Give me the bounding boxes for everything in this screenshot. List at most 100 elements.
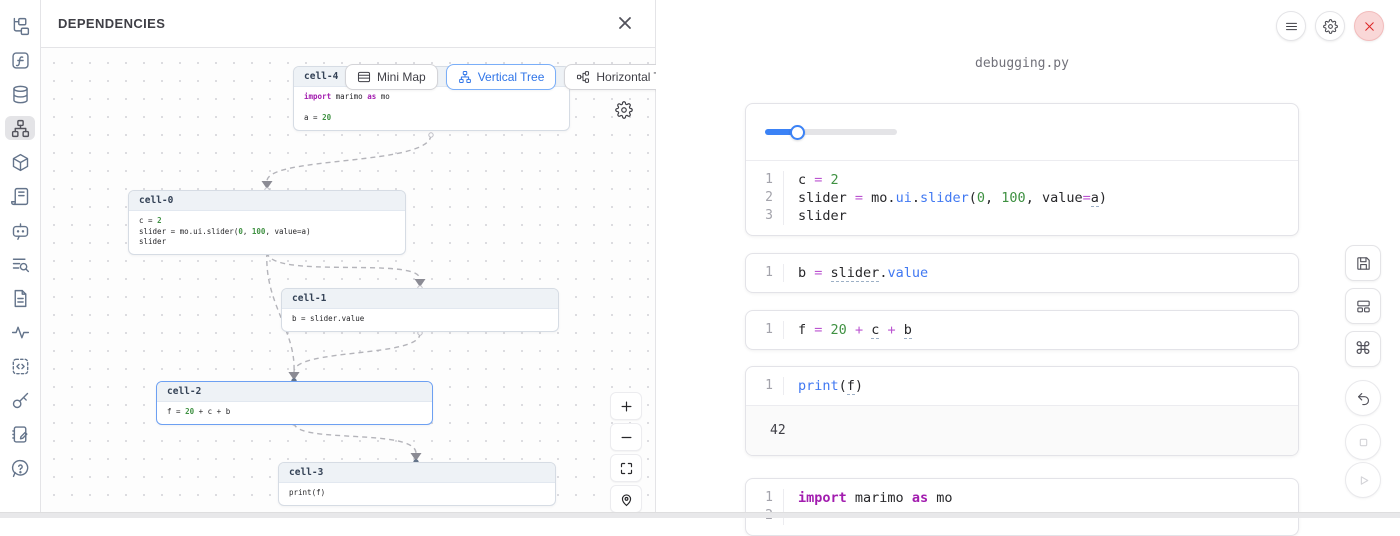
dependency-edge bbox=[267, 252, 420, 279]
play-triangle-icon bbox=[1355, 472, 1372, 489]
sidebar-item-logs[interactable] bbox=[5, 252, 35, 276]
hamburger-icon bbox=[1284, 19, 1299, 34]
command-palette-button[interactable]: ⌘ bbox=[1345, 331, 1381, 367]
notebook-menu-button[interactable] bbox=[1276, 11, 1306, 41]
graph-view-toolbar: Mini Map Vertical Tree Horizontal Tree bbox=[345, 64, 656, 90]
notebook-cell-4: 1import marimo as mo2 bbox=[745, 478, 1299, 536]
fit-view-button[interactable] bbox=[610, 454, 642, 482]
sidebar-item-chat[interactable] bbox=[5, 218, 35, 242]
file-tree-icon bbox=[10, 16, 31, 37]
window-bottom-bar bbox=[0, 512, 1400, 518]
slider-handle[interactable] bbox=[790, 125, 805, 140]
sidebar-item-file-explorer[interactable] bbox=[5, 14, 35, 38]
sidebar-item-scratchpad[interactable] bbox=[5, 422, 35, 446]
dependency-edge bbox=[294, 333, 420, 372]
sidebar-item-packages[interactable] bbox=[5, 150, 35, 174]
node-handle bbox=[429, 133, 433, 137]
layout-toggle-button[interactable] bbox=[1345, 288, 1381, 324]
activity-icon bbox=[10, 322, 31, 343]
code-editor[interactable]: 1c = 22slider = mo.ui.slider(0, 100, val… bbox=[746, 161, 1298, 235]
locate-button[interactable] bbox=[610, 485, 642, 512]
code-editor[interactable]: 1import marimo as mo2 bbox=[746, 479, 1298, 535]
zoom-in-button[interactable] bbox=[610, 392, 642, 420]
sidebar-item-documentation[interactable] bbox=[5, 184, 35, 208]
command-icon: ⌘ bbox=[1355, 341, 1372, 358]
code-editor[interactable]: 1b = slider.value bbox=[746, 254, 1298, 292]
list-search-icon bbox=[10, 254, 31, 275]
undo-button[interactable] bbox=[1345, 380, 1381, 416]
line-number: 1 bbox=[746, 321, 784, 339]
help-bubble-icon bbox=[10, 458, 31, 479]
node-title: cell-2 bbox=[157, 382, 432, 402]
graph-zoom-controls bbox=[610, 392, 642, 512]
vertical-tree-icon bbox=[458, 70, 472, 84]
minus-icon bbox=[619, 430, 634, 445]
notebook-cell-0: 1c = 22slider = mo.ui.slider(0, 100, val… bbox=[745, 103, 1299, 236]
graph-node-cell-1[interactable]: cell-1b = slider.value bbox=[281, 288, 559, 332]
notebook-cell-1: 1b = slider.value bbox=[745, 253, 1299, 293]
sidebar-item-secrets[interactable] bbox=[5, 388, 35, 412]
code-editor[interactable]: 1print(f) bbox=[746, 367, 1298, 405]
line-number: 1 bbox=[746, 377, 784, 395]
node-title: cell-3 bbox=[279, 463, 555, 483]
node-code: f = 20 + c + b bbox=[157, 402, 432, 424]
zoom-out-button[interactable] bbox=[610, 423, 642, 451]
notebook-cell-3: 1print(f)42 bbox=[745, 366, 1299, 456]
shutdown-button[interactable] bbox=[1354, 11, 1384, 41]
code-editor[interactable]: 1f = 20 + c + b bbox=[746, 311, 1298, 349]
graph-node-cell-0[interactable]: cell-0c = 2slider = mo.ui.slider(0, 100,… bbox=[128, 190, 406, 255]
key-icon bbox=[10, 390, 31, 411]
package-cube-icon bbox=[10, 152, 31, 173]
layout-panels-icon bbox=[1355, 298, 1372, 315]
notebook-cell-2: 1f = 20 + c + b bbox=[745, 310, 1299, 350]
plus-icon bbox=[619, 399, 634, 414]
view-button-horizontal-tree[interactable]: Horizontal Tree bbox=[564, 64, 656, 90]
view-button-mini-map[interactable]: Mini Map bbox=[345, 64, 438, 90]
undo-arrow-icon bbox=[1355, 390, 1372, 407]
dependencies-panel-header: DEPENDENCIES bbox=[41, 0, 655, 48]
dependencies-panel: DEPENDENCIES Mini Map Vertical Tree Horizo… bbox=[41, 0, 656, 512]
line-number: 1 bbox=[746, 171, 784, 189]
notebook-editor: debugging.py 1c = 22slider = mo.ui.slide… bbox=[657, 0, 1400, 512]
close-panel-icon[interactable] bbox=[617, 15, 635, 33]
line-number: 1 bbox=[746, 264, 784, 282]
sidebar-item-functions[interactable] bbox=[5, 48, 35, 72]
sidebar-item-dependencies[interactable] bbox=[5, 116, 35, 140]
activity-sidebar bbox=[0, 0, 41, 512]
stop-kernel-button bbox=[1345, 424, 1381, 460]
cell-output: 42 bbox=[746, 405, 1298, 455]
gear-icon bbox=[615, 101, 633, 119]
sidebar-item-snippets[interactable] bbox=[5, 354, 35, 378]
node-code: c = 2slider = mo.ui.slider(0, 100, value… bbox=[129, 211, 405, 254]
sidebar-item-help[interactable] bbox=[5, 456, 35, 480]
settings-button[interactable] bbox=[1315, 11, 1345, 41]
view-button-vertical-tree[interactable]: Vertical Tree bbox=[446, 64, 557, 90]
node-code: import marimo as mo a = 20 bbox=[294, 87, 569, 130]
function-square-icon bbox=[10, 50, 31, 71]
slider-track[interactable] bbox=[765, 129, 897, 135]
chat-bot-icon bbox=[10, 220, 31, 241]
notebook-pen-icon bbox=[10, 424, 31, 445]
notebook-topbar bbox=[1276, 11, 1384, 41]
dependency-graph-canvas[interactable]: Mini Map Vertical Tree Horizontal Tree cel… bbox=[41, 48, 656, 512]
code-box-icon bbox=[10, 356, 31, 377]
panel-title: DEPENDENCIES bbox=[58, 16, 165, 31]
notebook-filename[interactable]: debugging.py bbox=[745, 56, 1299, 71]
graph-node-cell-2[interactable]: cell-2f = 20 + c + b bbox=[156, 381, 433, 425]
pin-icon bbox=[619, 492, 634, 507]
database-icon bbox=[10, 84, 31, 105]
stop-square-icon bbox=[1355, 434, 1372, 451]
scroll-icon bbox=[10, 186, 31, 207]
slider-output bbox=[746, 104, 1298, 161]
dependency-edge bbox=[294, 423, 416, 453]
dependency-edge bbox=[267, 135, 431, 181]
sidebar-item-outline[interactable] bbox=[5, 286, 35, 310]
graph-node-cell-3[interactable]: cell-3print(f) bbox=[278, 462, 556, 506]
floppy-icon bbox=[1355, 255, 1372, 272]
gear-icon bbox=[1323, 19, 1338, 34]
sidebar-item-datasources[interactable] bbox=[5, 82, 35, 106]
save-button[interactable] bbox=[1345, 245, 1381, 281]
graph-settings-icon[interactable] bbox=[615, 101, 633, 119]
node-title: cell-0 bbox=[129, 191, 405, 211]
sidebar-item-tracing[interactable] bbox=[5, 320, 35, 344]
